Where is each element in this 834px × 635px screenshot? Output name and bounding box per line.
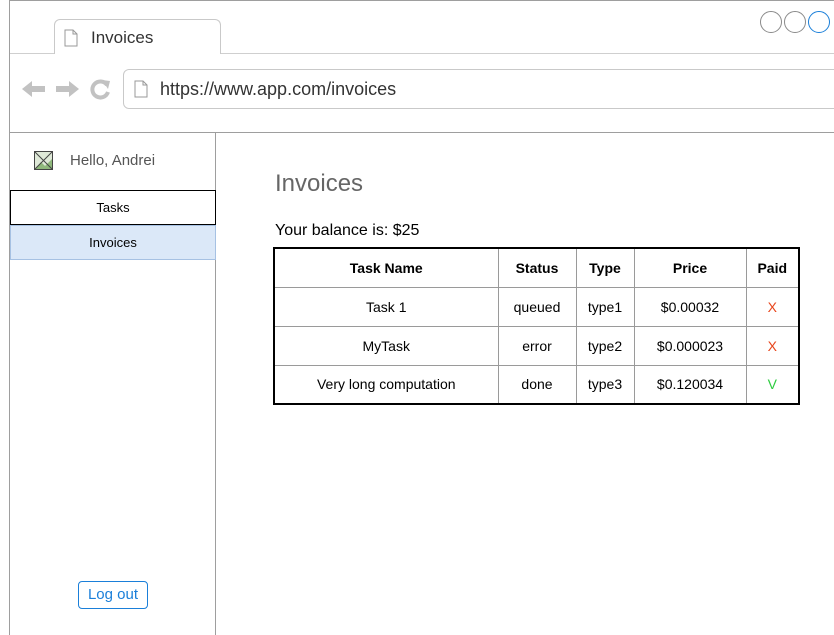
url-input[interactable]: https://www.app.com/invoices: [123, 69, 834, 109]
sidebar-item-invoices[interactable]: Invoices: [10, 225, 216, 260]
balance-text: Your balance is: $25: [275, 222, 420, 239]
task-name-cell: Task 1: [273, 286, 499, 327]
task-name-cell: MyTask: [273, 325, 499, 366]
task-name-cell: Very long computation: [273, 364, 499, 405]
invoices-table: Task Name Status Type Price Paid Task 1 …: [273, 247, 800, 405]
window-close-button[interactable]: [808, 11, 830, 33]
sidebar-item-tasks[interactable]: Tasks: [10, 190, 216, 225]
main-content: Invoices Your balance is: $25 Task Name …: [216, 133, 834, 635]
column-header-type: Type: [575, 247, 635, 288]
greeting-text: Hello, Andrei: [70, 152, 156, 169]
reload-icon[interactable]: [89, 78, 111, 100]
table-header-row: Task Name Status Type Price Paid: [273, 247, 800, 288]
window-maximize-button[interactable]: [784, 11, 806, 33]
page-icon: [64, 29, 78, 47]
url-text: https://www.app.com/invoices: [160, 79, 397, 99]
type-cell: type3: [575, 364, 635, 405]
price-cell: $0.00032: [633, 286, 747, 327]
status-cell: queued: [497, 286, 577, 327]
forward-arrow-icon[interactable]: [55, 79, 79, 99]
type-cell: type2: [575, 325, 635, 366]
price-cell: $0.000023: [633, 325, 747, 366]
browser-titlebar: Invoices: [10, 1, 834, 55]
paid-cell: V: [745, 364, 800, 405]
paid-cell: X: [745, 286, 800, 327]
sidebar: Hello, Andrei Tasks Invoices Log out: [10, 133, 216, 635]
column-header-paid: Paid: [745, 247, 800, 288]
page-title: Invoices: [275, 170, 364, 197]
price-cell: $0.120034: [633, 364, 747, 405]
avatar-image-icon: [34, 151, 53, 170]
paid-cell: X: [745, 325, 800, 366]
column-header-price: Price: [633, 247, 747, 288]
column-header-task-name: Task Name: [273, 247, 499, 288]
window-minimize-button[interactable]: [760, 11, 782, 33]
browser-tab[interactable]: Invoices: [54, 19, 221, 55]
table-row: MyTask error type2 $0.000023 X: [273, 325, 800, 366]
table-row: Very long computation done type3 $0.1200…: [273, 364, 800, 405]
page-icon: [134, 80, 148, 98]
status-cell: done: [497, 364, 577, 405]
status-cell: error: [497, 325, 577, 366]
type-cell: type1: [575, 286, 635, 327]
tab-title: Invoices: [91, 28, 154, 47]
back-arrow-icon[interactable]: [22, 79, 46, 99]
logout-button[interactable]: Log out: [78, 581, 148, 609]
address-bar-area: https://www.app.com/invoices: [10, 54, 834, 133]
table-row: Task 1 queued type1 $0.00032 X: [273, 286, 800, 327]
column-header-status: Status: [497, 247, 577, 288]
